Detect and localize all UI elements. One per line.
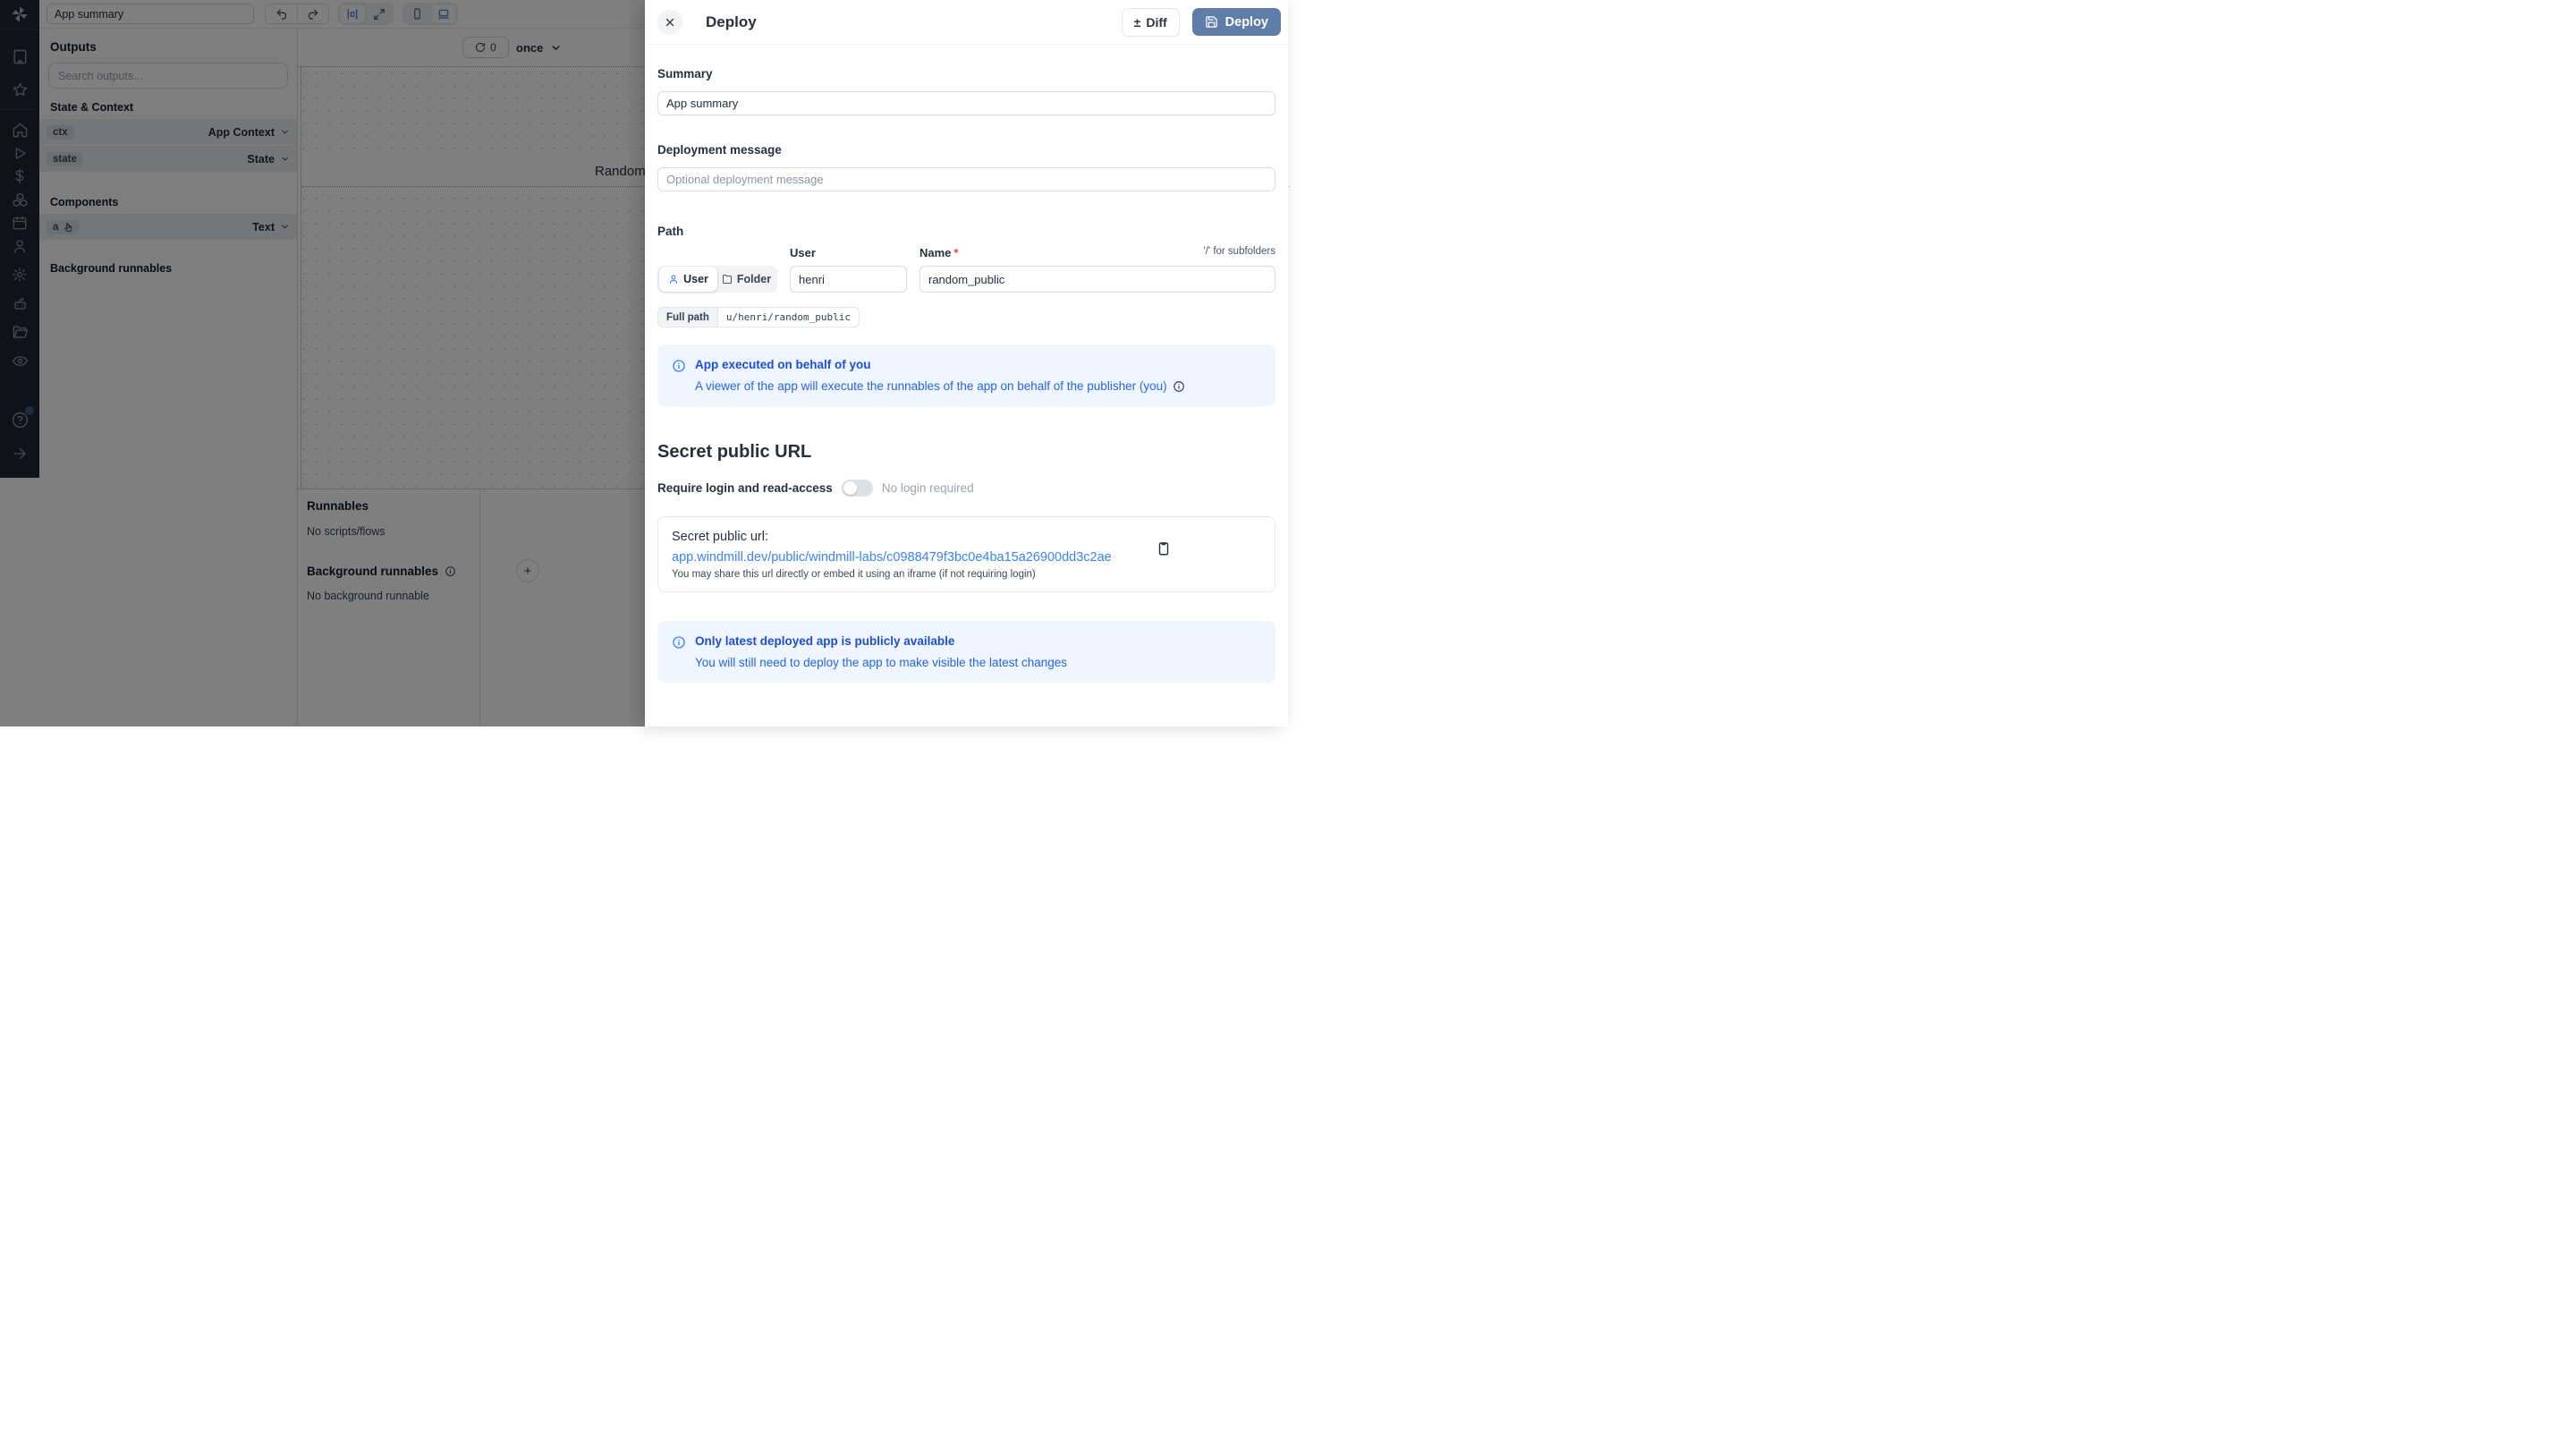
require-login-row: Require login and read-access No login r… [657,480,1275,497]
executed-on-behalf-infobox: App executed on behalf of you A viewer o… [657,344,1275,406]
close-drawer-button[interactable] [657,10,682,35]
summary-input[interactable] [657,91,1275,115]
infobox-title: Only latest deployed app is publicly ava… [695,634,1067,648]
deploy-button[interactable]: Deploy [1192,8,1281,36]
infobox-body: You will still need to deploy the app to… [695,656,1067,669]
infobox-title: App executed on behalf of you [695,358,1185,371]
info-icon [672,359,686,393]
user-field-label: User [790,246,907,259]
info-icon [672,635,686,669]
deployment-message-input[interactable] [657,167,1275,191]
deploy-drawer: Deploy ± Diff Deploy Summary Deployment … [645,0,1288,726]
latest-deployed-infobox: Only latest deployed app is publicly ava… [657,621,1275,683]
secret-url-label: Secret public url: [672,530,1261,544]
name-field[interactable] [919,266,1275,293]
app-window: Outputs State & Context ctx App Context [0,0,1288,726]
secret-public-url-heading: Secret public URL [657,442,1275,463]
path-label: Path [657,225,1275,238]
secret-url-link[interactable]: app.windmill.dev/public/windmill-labs/c0… [672,550,1112,565]
copy-url-button[interactable] [1156,540,1172,557]
save-icon [1205,15,1218,29]
name-field-label: Name* '/' for subfolders [919,246,1275,259]
require-login-label: Require login and read-access [657,481,833,495]
diff-button[interactable]: ± Diff [1122,8,1180,37]
info-icon[interactable] [1173,380,1185,393]
drawer-header: Deploy ± Diff Deploy [645,0,1288,45]
folder-icon [722,274,733,285]
infobox-body: A viewer of the app will execute the run… [695,379,1167,393]
secret-url-card: Secret public url: app.windmill.dev/publ… [657,516,1275,592]
required-asterisk: * [953,246,958,259]
drawer-body: Summary Deployment message Path User [645,67,1288,683]
drawer-title: Deploy [706,13,757,31]
full-path-row: Full path u/henri/random_public [657,307,1275,327]
path-controls: User Folder User [657,246,1275,293]
close-icon [664,16,676,29]
full-path-value: u/henri/random_public [717,307,860,327]
deployment-message-label: Deployment message [657,143,1275,157]
owner-kind-toggle: User Folder [657,266,777,293]
subfolder-hint: '/' for subfolders [1204,246,1275,259]
owner-folder-option[interactable]: Folder [717,267,775,292]
secret-url-note: You may share this url directly or embed… [672,569,1261,580]
clipboard-icon [1156,540,1172,557]
login-toggle-state-label: No login required [882,481,974,495]
plus-minus-icon: ± [1134,15,1141,30]
full-path-label: Full path [657,307,717,327]
require-login-toggle[interactable] [842,480,873,497]
user-icon [668,274,679,285]
summary-label: Summary [657,67,1275,81]
toggle-knob [843,481,857,495]
owner-user-option[interactable]: User [659,267,717,292]
user-field[interactable] [790,266,907,293]
